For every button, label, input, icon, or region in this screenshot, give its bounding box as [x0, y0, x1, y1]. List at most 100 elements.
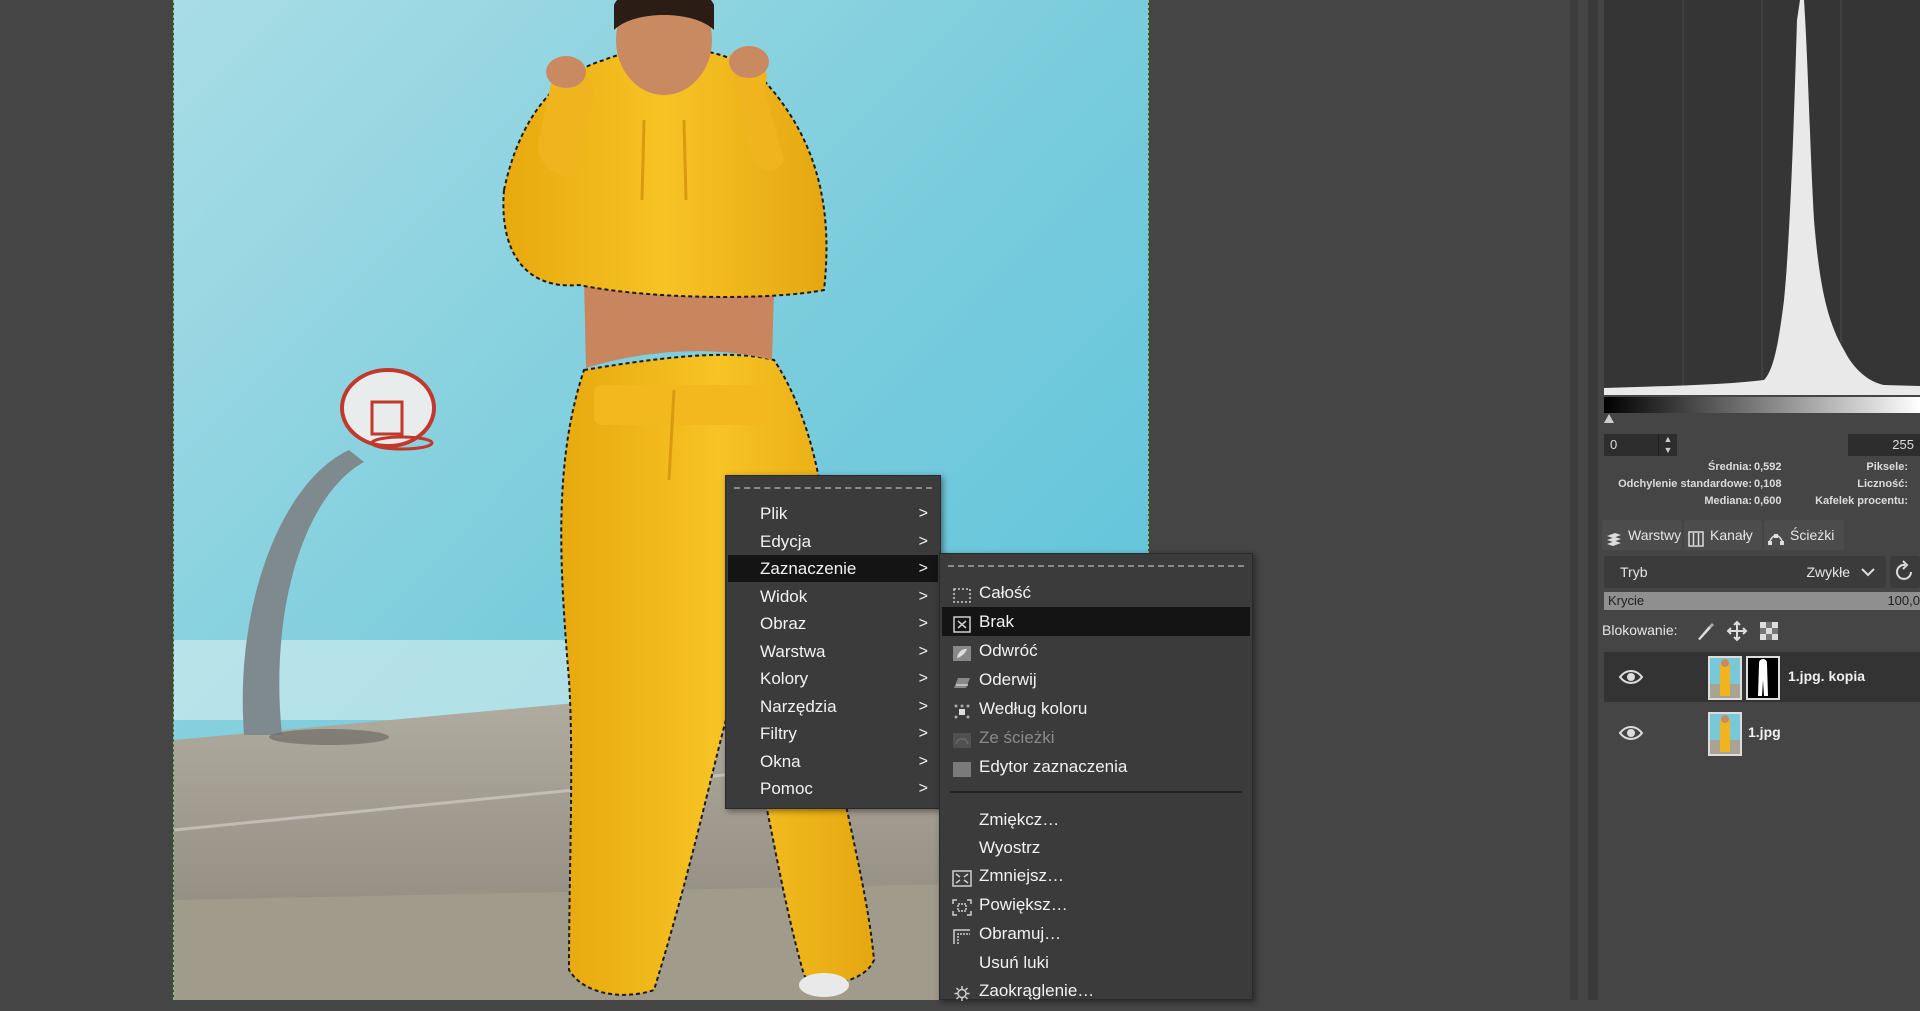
layer-mode-dropdown[interactable]: Tryb Zwykłe [1604, 556, 1886, 588]
opacity-slider[interactable]: Krycie 100,0 [1604, 592, 1920, 610]
mode-label: Tryb [1620, 564, 1648, 580]
range-min-input[interactable]: 0 [1604, 434, 1658, 456]
paths-icon [1768, 527, 1784, 545]
submenu-item-8[interactable]: Wyostrz [942, 833, 1250, 862]
submenu-item-label: Zaokrąglenie… [979, 981, 1095, 1000]
menu-item-2[interactable]: Zaznaczenie > [728, 555, 938, 582]
mode-value: Zwykłe [1806, 564, 1850, 580]
submenu-item-7[interactable]: Zmiękcz… [942, 805, 1250, 834]
lock-row: Blokowanie: [1602, 618, 1778, 642]
submenu-item-10[interactable]: Powiększ… [942, 890, 1250, 919]
submenu-item-11[interactable]: Obramuj… [942, 919, 1250, 948]
menu-item-1[interactable]: Edycja > [728, 528, 938, 555]
menu-item-7[interactable]: Narzędzia > [728, 693, 938, 720]
shrink-icon [952, 867, 972, 887]
stat-label: Liczność: [1857, 478, 1908, 490]
submenu-item-label: Edytor zaznaczenia [979, 757, 1128, 776]
menu-item-6[interactable]: Kolory > [728, 665, 938, 692]
range-marker-left[interactable] [1604, 414, 1614, 423]
submenu-separator [950, 791, 1242, 793]
submenu-item-label: Według koloru [979, 699, 1088, 718]
submenu-item-label: Zmiękcz… [979, 810, 1060, 829]
menu-item-4[interactable]: Obraz > [728, 610, 938, 637]
select-none-icon [952, 613, 972, 633]
float-selection-icon [952, 671, 972, 688]
chevron-right-icon: > [918, 532, 928, 550]
menu-item-label: Pomoc [760, 779, 813, 798]
layer-row[interactable]: 1.jpg. kopia [1604, 652, 1920, 702]
layer-mask-thumbnail[interactable] [1746, 656, 1780, 700]
reset-mode-icon[interactable] [1890, 556, 1920, 588]
tab-0[interactable]: Warstwy [1602, 520, 1682, 550]
submenu-item-13[interactable]: Zaokrąglenie… [942, 976, 1250, 1005]
submenu-item-label: Zmniejsz… [979, 866, 1065, 885]
stat-label: Średnia: [1707, 461, 1752, 473]
submenu-item-1[interactable]: Brak [942, 607, 1250, 636]
menu-item-label: Filtry [760, 724, 797, 743]
layer-name[interactable]: 1.jpg. kopia [1788, 668, 1865, 684]
submenu-item-label: Usuń luki [979, 953, 1049, 972]
menu-item-5[interactable]: Warstwa > [728, 638, 938, 665]
menu-item-10[interactable]: Pomoc > [728, 775, 938, 802]
layers-icon [1606, 527, 1622, 546]
submenu-item-6[interactable]: Edytor zaznaczenia [942, 752, 1250, 781]
stat-label: Mediana: [1704, 495, 1752, 507]
chevron-right-icon: > [918, 725, 928, 742]
layer-row[interactable]: 1.jpg [1604, 708, 1920, 758]
menu-item-9[interactable]: Okna > [728, 748, 938, 775]
stat-label: Kafelek procentu: [1815, 495, 1908, 507]
right-dock: 0 ▲ ▼ 255 Średnia: 0,592 Odchylenie standar… [1598, 0, 1920, 1000]
selection-submenu: Całość Brak Odwróć Oderwij Według koloru Ze ś… [939, 553, 1253, 1001]
chevron-right-icon: > [918, 670, 928, 687]
stat-label: Odchylenie standardowe: [1618, 478, 1752, 490]
select-all-icon [952, 584, 972, 603]
submenu-item-12[interactable]: Usuń luki [942, 948, 1250, 977]
chevron-right-icon: > [918, 752, 928, 770]
dock-separator[interactable] [1588, 0, 1598, 1000]
submenu-item-2[interactable]: Odwróć [942, 636, 1250, 665]
opacity-label: Krycie [1608, 593, 1645, 608]
submenu-item-label: Oderwij [979, 670, 1037, 689]
submenu-item-label: Brak [979, 612, 1014, 631]
lock-label: Blokowanie: [1602, 622, 1678, 638]
layer-name[interactable]: 1.jpg [1748, 724, 1781, 740]
chevron-right-icon: > [918, 642, 928, 660]
channels-icon [1688, 527, 1704, 547]
menu-item-label: Plik [760, 504, 788, 523]
tab-2[interactable]: Ścieżki [1764, 520, 1844, 550]
chevron-right-icon: > [918, 780, 928, 797]
submenu-item-4[interactable]: Według koloru [942, 694, 1250, 723]
menu-item-label: Zaznaczenie [760, 559, 857, 578]
submenu-tear-off[interactable] [948, 565, 1244, 567]
menu-item-label: Obraz [760, 614, 807, 633]
submenu-item-3[interactable]: Oderwij [942, 665, 1250, 694]
menu-item-0[interactable]: Plik > [728, 500, 938, 527]
menu-item-8[interactable]: Filtry > [728, 720, 938, 747]
menu-item-3[interactable]: Widok > [728, 583, 938, 610]
menu-tear-off[interactable] [734, 487, 932, 489]
tab-1[interactable]: Kanały [1684, 520, 1762, 550]
stat-value: 0,592 [1754, 461, 1782, 473]
lock-pixels-icon[interactable] [1694, 620, 1716, 649]
chevron-right-icon: > [918, 560, 928, 577]
tab-label: Warstwy [1628, 527, 1682, 543]
chevron-right-icon: > [918, 505, 928, 522]
chevron-right-icon: > [918, 615, 928, 632]
eye-icon[interactable] [1618, 723, 1644, 743]
lock-alpha-icon[interactable] [1758, 620, 1780, 649]
invert-selection-icon [952, 642, 972, 661]
submenu-item-9[interactable]: Zmniejsz… [942, 861, 1250, 890]
lock-position-icon[interactable] [1726, 620, 1748, 649]
menu-item-label: Warstwa [760, 641, 826, 661]
range-min-stepper[interactable]: ▲ ▼ [1658, 434, 1677, 456]
select-by-color-icon [952, 700, 972, 719]
menu-item-label: Widok [760, 586, 808, 606]
submenu-item-0[interactable]: Całość [942, 578, 1250, 607]
submenu-item-label: Odwróć [979, 641, 1038, 660]
range-max-input[interactable]: 255 [1848, 434, 1920, 456]
stat-value: 0,108 [1754, 478, 1782, 490]
menu-item-label: Kolory [760, 669, 809, 688]
eye-icon[interactable] [1618, 667, 1644, 687]
menu-item-label: Narzędzia [760, 696, 837, 716]
menu-item-label: Okna [760, 751, 801, 771]
